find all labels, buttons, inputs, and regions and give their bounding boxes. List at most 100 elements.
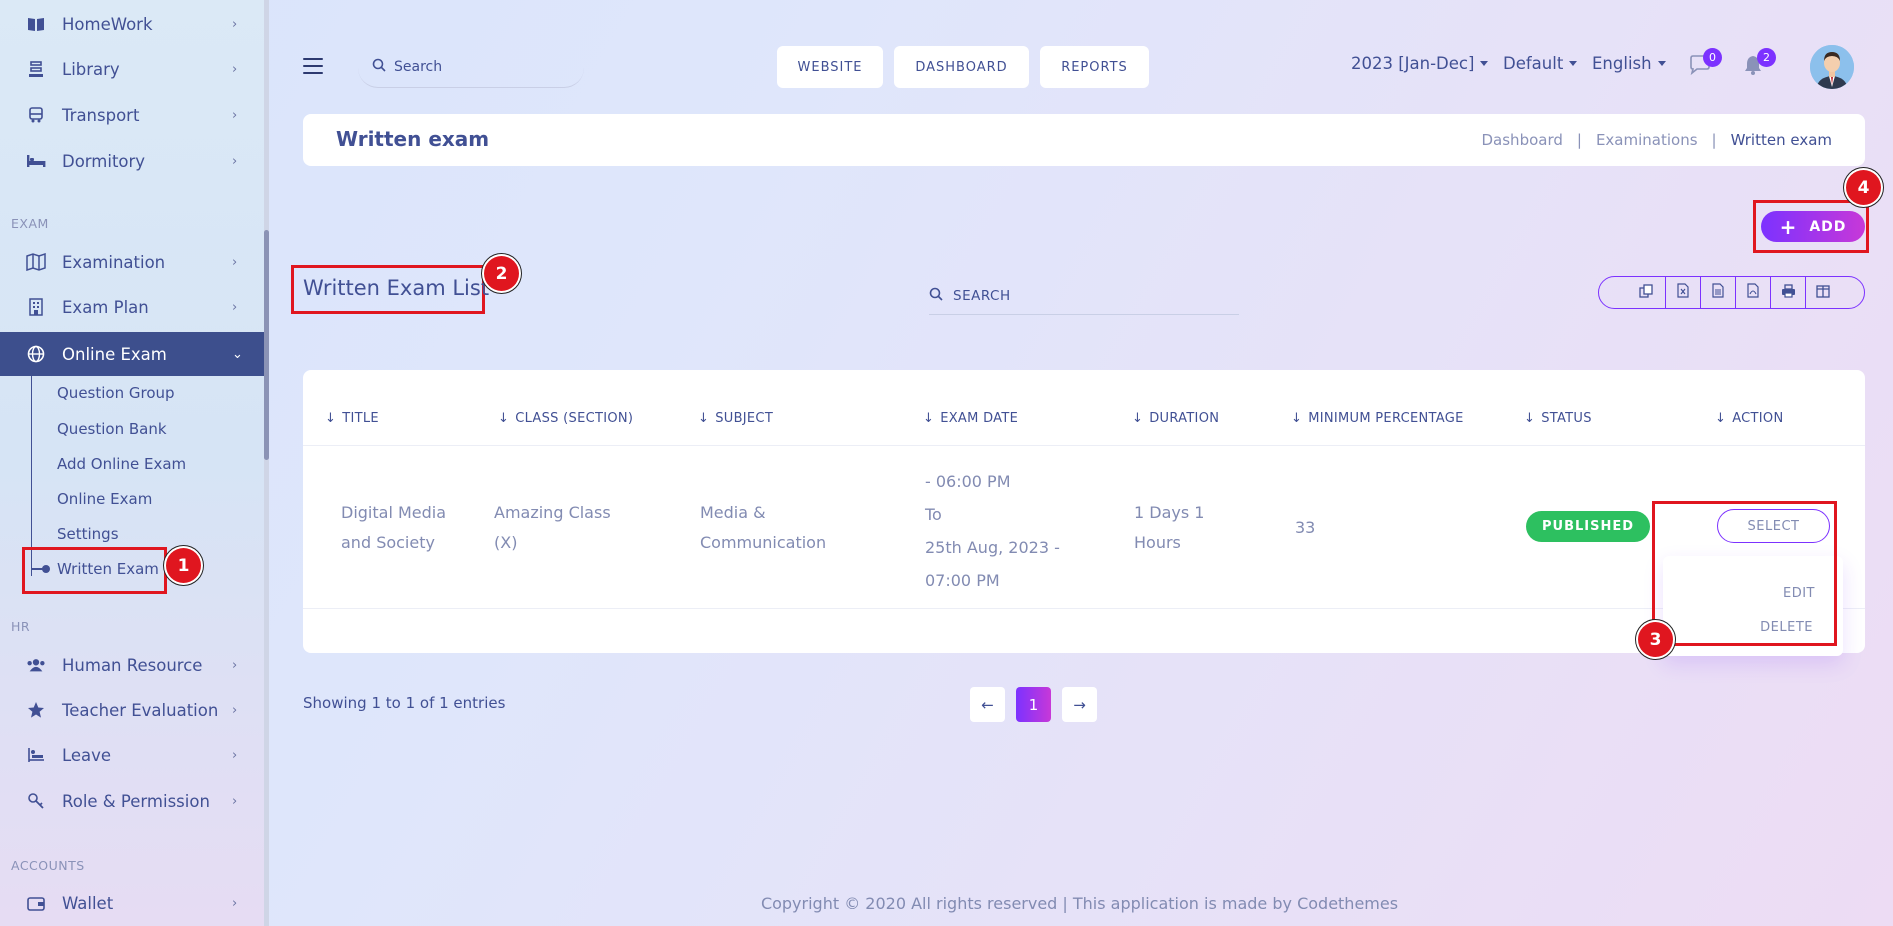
dashboard-button[interactable]: DASHBOARD: [894, 46, 1029, 88]
search-icon: [372, 58, 386, 76]
session-dropdown[interactable]: 2023 [Jan-Dec]: [1351, 54, 1489, 73]
breadcrumb-current: Written exam: [1730, 131, 1832, 149]
print-icon: [1781, 283, 1796, 302]
sidebar-item-library[interactable]: Library ›: [0, 47, 266, 91]
messages-button[interactable]: 0: [1688, 48, 1722, 80]
annotation-number-3: 3: [1638, 622, 1673, 657]
sidebar-item-exam-plan[interactable]: Exam Plan ›: [0, 285, 266, 329]
notifications-button[interactable]: 2: [1742, 48, 1776, 80]
avatar[interactable]: [1810, 45, 1854, 89]
column-header-title[interactable]: ↓ TITLE: [325, 411, 379, 426]
column-header-duration[interactable]: ↓ DURATION: [1132, 411, 1219, 426]
sidebar-item-homework[interactable]: HomeWork ›: [0, 2, 266, 46]
breadcrumb-examinations[interactable]: Examinations: [1596, 131, 1698, 149]
breadcrumb-dashboard[interactable]: Dashboard: [1482, 131, 1563, 149]
reports-button[interactable]: REPORTS: [1040, 46, 1149, 88]
cell-exam-date: - 06:00 PM To 25th Aug, 2023 - 07:00 PM: [925, 472, 1060, 590]
next-page-button[interactable]: →: [1062, 687, 1097, 722]
users-icon: [26, 655, 46, 675]
export-toolbar: [1598, 276, 1865, 309]
chevron-down-icon: ⌄: [232, 346, 243, 362]
sort-arrow-icon: ↓: [1291, 411, 1303, 426]
sidebar-item-examination[interactable]: Examination ›: [0, 240, 266, 284]
column-header-subject[interactable]: ↓ SUBJECT: [698, 411, 773, 426]
csv-icon: [1712, 283, 1725, 302]
csv-button[interactable]: [1700, 277, 1735, 308]
sort-arrow-icon: ↓: [325, 411, 337, 426]
breadcrumb-separator: |: [1576, 131, 1582, 149]
sidebar-scrollbar[interactable]: [264, 0, 269, 926]
print-button[interactable]: [1770, 277, 1805, 308]
chevron-right-icon: ›: [232, 254, 238, 270]
submenu-settings[interactable]: Settings: [57, 525, 119, 543]
column-header-exam-date[interactable]: ↓ EXAM DATE: [923, 411, 1018, 426]
sort-arrow-icon: ↓: [1715, 411, 1727, 426]
columns-icon: [1816, 283, 1831, 302]
column-header-class[interactable]: ↓ CLASS (SECTION): [498, 411, 633, 426]
chevron-right-icon: ›: [232, 61, 238, 77]
prev-page-button[interactable]: ←: [970, 687, 1005, 722]
sidebar-item-teacher-evaluation[interactable]: Teacher Evaluation ›: [0, 688, 266, 732]
page-title: Written exam: [336, 127, 490, 151]
copy-button[interactable]: [1599, 277, 1665, 308]
bed-icon: [26, 151, 46, 171]
submenu-online-exam[interactable]: Online Exam: [57, 490, 152, 508]
page-1-button[interactable]: 1: [1016, 687, 1051, 722]
sidebar-item-dormitory[interactable]: Dormitory ›: [0, 139, 266, 183]
add-button[interactable]: + ADD: [1761, 211, 1865, 242]
sidebar-item-human-resource[interactable]: Human Resource ›: [0, 643, 266, 687]
row-divider: [303, 608, 1865, 609]
caret-down-icon: [1480, 61, 1489, 66]
annotation-number-4: 4: [1846, 170, 1881, 205]
chevron-right-icon: ›: [232, 793, 238, 809]
cell-title: Digital Media and Society: [341, 503, 447, 552]
sidebar-item-transport[interactable]: Transport ›: [0, 93, 266, 137]
column-header-action[interactable]: ↓ ACTION: [1715, 411, 1783, 426]
submenu-question-group[interactable]: Question Group: [57, 384, 175, 402]
search-icon: [929, 287, 943, 305]
pdf-button[interactable]: [1735, 277, 1770, 308]
breadcrumb: Dashboard | Examinations | Written exam: [1482, 131, 1833, 149]
chevron-right-icon: ›: [232, 657, 238, 673]
arrow-right-icon: →: [1073, 695, 1086, 714]
excel-button[interactable]: [1665, 277, 1700, 308]
sidebar-item-wallet[interactable]: Wallet ›: [0, 881, 266, 925]
plus-icon: +: [1779, 214, 1798, 239]
messages-badge: 0: [1703, 48, 1722, 67]
column-header-min-percentage[interactable]: ↓ MINIMUM PERCENTAGE: [1291, 411, 1464, 426]
arrow-left-icon: ←: [981, 695, 994, 714]
column-header-status[interactable]: ↓ STATUS: [1524, 411, 1592, 426]
caret-down-icon: [1657, 61, 1666, 66]
menu-toggle-icon[interactable]: [303, 58, 323, 79]
list-search-input[interactable]: SEARCH: [929, 277, 1239, 315]
top-search-input[interactable]: Search: [358, 46, 584, 88]
website-button[interactable]: WEBSITE: [777, 46, 883, 88]
sidebar-scrollbar-thumb[interactable]: [264, 230, 269, 460]
language-dropdown[interactable]: English: [1592, 54, 1666, 73]
sidebar-item-online-exam[interactable]: Online Exam ⌄: [0, 332, 266, 376]
annotation-number-2: 2: [484, 256, 519, 291]
chevron-right-icon: ›: [232, 16, 238, 32]
cell-subject: Media & Communication: [700, 503, 827, 552]
submenu-question-bank[interactable]: Question Bank: [57, 420, 167, 438]
submenu-line: [31, 376, 32, 576]
building-icon: [26, 297, 46, 317]
notifications-badge: 2: [1757, 48, 1776, 67]
list-title: Written Exam List: [303, 276, 490, 300]
submenu-add-online-exam[interactable]: Add Online Exam: [57, 455, 186, 473]
chevron-right-icon: ›: [232, 702, 238, 718]
style-dropdown[interactable]: Default: [1503, 54, 1578, 73]
sort-arrow-icon: ↓: [1132, 411, 1144, 426]
key-icon: [26, 791, 46, 811]
sort-arrow-icon: ↓: [923, 411, 935, 426]
sort-arrow-icon: ↓: [1524, 411, 1536, 426]
breadcrumb-separator: |: [1711, 131, 1717, 149]
columns-button[interactable]: [1805, 277, 1864, 308]
chevron-right-icon: ›: [232, 153, 238, 169]
chevron-right-icon: ›: [232, 299, 238, 315]
sidebar-section-accounts: ACCOUNTS: [11, 858, 85, 873]
sidebar-item-leave[interactable]: Leave ›: [0, 733, 266, 777]
sidebar-item-role-permission[interactable]: Role & Permission ›: [0, 779, 266, 823]
sort-arrow-icon: ↓: [498, 411, 510, 426]
map-icon: [26, 252, 46, 272]
